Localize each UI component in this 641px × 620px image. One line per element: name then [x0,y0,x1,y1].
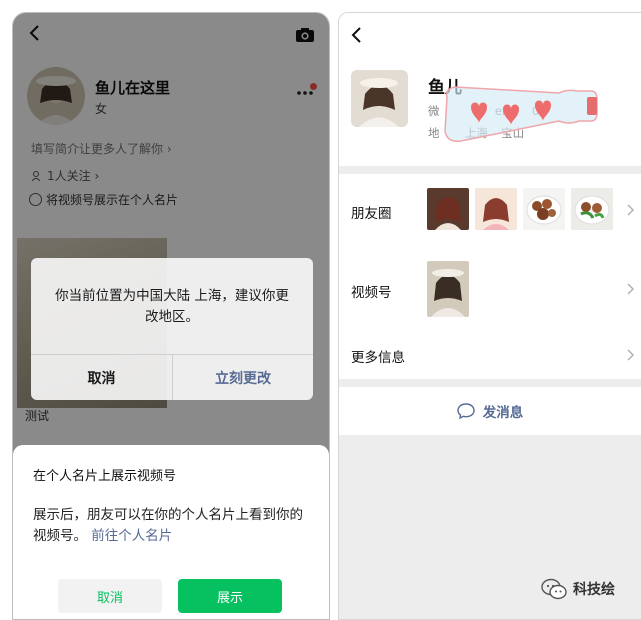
sheet-cancel-button[interactable]: 取消 [58,579,162,613]
moment-thumbnail [571,188,613,230]
wechat-logo-icon [541,578,567,600]
send-message-button[interactable]: 发消息 [339,387,641,435]
channels-row[interactable]: 视频号 [339,254,641,324]
show-button[interactable]: 展示 [178,579,282,613]
more-info-row[interactable]: 更多信息 [339,334,641,379]
moments-row[interactable]: 朋友圈 [339,174,641,244]
bottom-sheet: 在个人名片上展示视频号 展示后，朋友可以在你的个人名片上看到你的视频号。 前往个… [13,445,329,619]
chevron-right-icon [627,204,635,216]
change-region-button[interactable]: 立刻更改 [173,355,313,400]
back-arrow-icon[interactable] [347,25,367,45]
location-dialog: 你当前位置为中国大陆 上海，建议你更改地区。 取消 立刻更改 [31,258,313,400]
sheet-title: 在个人名片上展示视频号 [33,469,177,484]
send-message-label: 发消息 [482,405,524,421]
bottle-sticker-icon [444,86,598,143]
more-info-label: 更多信息 [351,350,405,366]
moment-thumbnail [523,188,565,230]
comparison-screenshot: 鱼儿在这里 女 填写简介让更多人了解你 › 1人关注 › 将视频号展示在个人名片… [0,0,641,620]
moments-label: 朋友圈 [351,206,392,222]
chevron-right-icon [627,349,635,361]
watermark-text: 科技绘 [573,582,615,598]
profile-header: 鱼儿 微 er 0 地 上海 宝山 [339,13,641,166]
chevron-right-icon [627,283,635,295]
sheet-description: 展示后，朋友可以在你的个人名片上看到你的视频号。 前往个人名片 [33,505,313,547]
wechat-id-fragment: 微 [428,104,440,118]
business-card-link[interactable]: 前往个人名片 [91,528,172,544]
avatar[interactable] [351,70,408,127]
region-prefix: 地 [428,126,440,140]
profile-details: 朋友圈 视频号 更多信息 [339,174,641,379]
moment-thumbnail [475,188,517,230]
channel-thumbnail [427,261,469,317]
chat-bubble-icon [457,403,475,419]
dialog-cancel-button[interactable]: 取消 [31,355,172,400]
watermark: 科技绘 [541,578,615,600]
channels-label: 视频号 [351,285,392,301]
left-phone-screen: 鱼儿在这里 女 填写简介让更多人了解你 › 1人关注 › 将视频号展示在个人名片… [12,12,330,620]
moments-thumbnails [427,188,613,230]
dialog-message: 你当前位置为中国大陆 上海，建议你更改地区。 [55,288,289,325]
right-phone-screen: 鱼儿 微 er 0 地 上海 宝山 [338,12,641,620]
moment-thumbnail [427,188,469,230]
